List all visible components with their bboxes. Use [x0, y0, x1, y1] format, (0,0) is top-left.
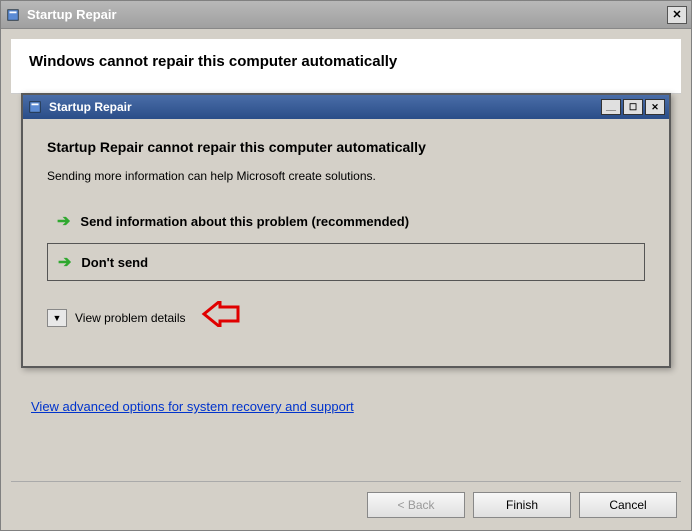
minimize-button[interactable]: __ [601, 99, 621, 115]
app-icon [27, 99, 43, 115]
error-dialog: Startup Repair __ ☐ ✕ Startup Repair can… [21, 93, 671, 368]
cancel-button[interactable]: Cancel [579, 492, 677, 518]
dont-send-label: Don't send [81, 255, 148, 270]
wizard-button-bar: < Back Finish Cancel [367, 492, 677, 518]
close-button[interactable]: ✕ [645, 99, 665, 115]
inner-heading: Startup Repair cannot repair this comput… [47, 139, 645, 155]
annotation-arrow-icon [200, 301, 240, 334]
outer-title: Startup Repair [27, 7, 667, 22]
wizard-window: Startup Repair ✕ Windows cannot repair t… [0, 0, 692, 531]
separator [11, 481, 681, 482]
outer-titlebar: Startup Repair ✕ [1, 1, 691, 29]
view-problem-details[interactable]: ▼ View problem details [47, 301, 645, 334]
inner-titlebar: Startup Repair __ ☐ ✕ [23, 95, 669, 119]
expand-icon[interactable]: ▼ [47, 309, 67, 327]
send-info-option[interactable]: ➔ Send information about this problem (r… [47, 203, 645, 239]
close-button[interactable]: ✕ [667, 6, 687, 24]
arrow-right-icon: ➔ [58, 252, 71, 272]
window-controls: __ ☐ ✕ [601, 99, 665, 115]
outer-header-panel: Windows cannot repair this computer auto… [11, 39, 681, 94]
finish-button[interactable]: Finish [473, 492, 571, 518]
dont-send-option[interactable]: ➔ Don't send [47, 243, 645, 281]
inner-body: Startup Repair cannot repair this comput… [23, 119, 669, 344]
advanced-options-link[interactable]: View advanced options for system recover… [31, 399, 354, 414]
inner-subtext: Sending more information can help Micros… [47, 169, 645, 183]
outer-heading: Windows cannot repair this computer auto… [29, 53, 663, 70]
view-details-label: View problem details [75, 311, 186, 325]
inner-title: Startup Repair [49, 100, 601, 114]
arrow-right-icon: ➔ [57, 211, 70, 231]
back-button: < Back [367, 492, 465, 518]
app-icon [5, 7, 21, 23]
maximize-button[interactable]: ☐ [623, 99, 643, 115]
send-info-label: Send information about this problem (rec… [80, 214, 409, 229]
